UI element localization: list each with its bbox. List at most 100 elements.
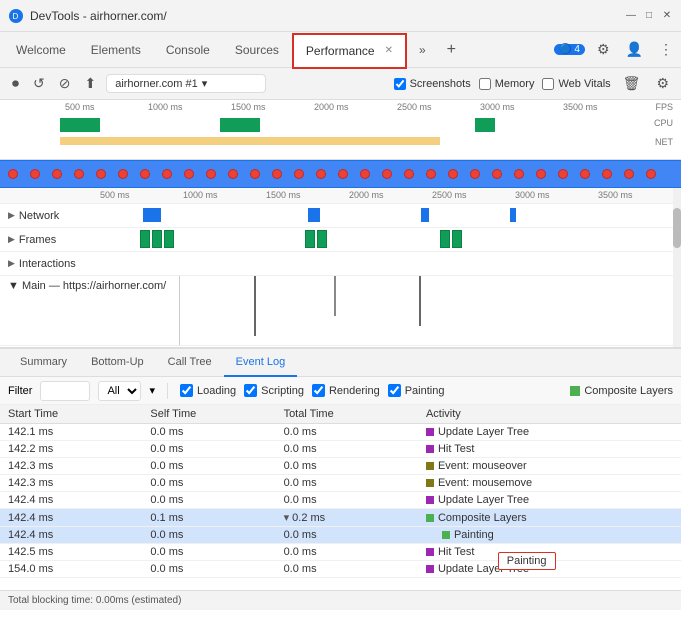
reload-record-button[interactable]: ↺ (29, 71, 49, 96)
perf-settings-button[interactable]: ⚙ (652, 71, 673, 96)
screenshot-dot-5 (96, 169, 106, 179)
rendering-checkbox-group[interactable]: Rendering (312, 384, 380, 397)
screenshots-checkbox-group[interactable]: Screenshots (394, 78, 471, 90)
table-row[interactable]: 142.1 ms0.0 ms0.0 msUpdate Layer Tree (0, 424, 681, 441)
screenshot-dot-10 (206, 169, 216, 179)
web-vitals-label: Web Vitals (558, 78, 610, 90)
table-row[interactable]: 142.4 ms0.1 ms▾ 0.2 msComposite Layers (0, 509, 681, 527)
event-log-table: Start Time Self Time Total Time Activity… (0, 405, 681, 578)
tab-performance[interactable]: Performance ✕ (292, 33, 407, 69)
activity-icon (426, 445, 434, 453)
tab-performance-close[interactable]: ✕ (385, 45, 393, 56)
expand-arrow[interactable]: ▾ (284, 512, 293, 524)
frame-bar-3 (164, 230, 174, 248)
filter-separator (167, 383, 168, 399)
minimize-button[interactable]: — (625, 10, 637, 22)
cell-self-time: 0.0 ms (142, 424, 275, 441)
track-tick-500: 500 ms (100, 190, 130, 200)
activity-icon (426, 514, 434, 522)
url-dropdown-icon[interactable]: ▾ (202, 77, 208, 90)
main-track-bars (174, 276, 681, 345)
close-button[interactable]: ✕ (661, 10, 673, 22)
filter-bar: Filter All ▾ Loading Scripting Rendering… (0, 377, 681, 405)
table-row[interactable]: 142.4 ms0.0 ms0.0 msUpdate Layer Tree (0, 492, 681, 509)
cell-start-time: 142.1 ms (0, 424, 142, 441)
cell-self-time: 0.0 ms (142, 527, 275, 544)
loading-checkbox[interactable] (180, 384, 193, 397)
interactions-expand-arrow[interactable]: ▶ (8, 258, 15, 269)
tab-elements[interactable]: Elements (79, 32, 154, 68)
activity-icon (426, 565, 434, 573)
filter-input[interactable] (40, 381, 90, 401)
table-row[interactable]: 142.4 ms0.0 ms0.0 msPaintingPainting (0, 527, 681, 544)
tab-call-tree[interactable]: Call Tree (156, 349, 224, 377)
cpu-label: CPU (654, 118, 673, 128)
screenshot-dot-9 (184, 169, 194, 179)
scripting-checkbox[interactable] (244, 384, 257, 397)
screenshot-dot-6 (118, 169, 128, 179)
net-bar-1 (143, 208, 161, 222)
tab-event-log[interactable]: Event Log (224, 349, 298, 377)
tab-bottom-up[interactable]: Bottom-Up (79, 349, 156, 377)
web-vitals-checkbox[interactable] (542, 78, 554, 90)
table-row[interactable]: 154.0 ms0.0 ms0.0 msUpdate Layer Tree (0, 561, 681, 578)
scripting-checkbox-group[interactable]: Scripting (244, 384, 304, 397)
tick-3500: 3500 ms (563, 102, 598, 112)
tab-console[interactable]: Console (154, 32, 223, 68)
network-expand-arrow[interactable]: ▶ (8, 210, 15, 221)
loading-checkbox-group[interactable]: Loading (180, 384, 236, 397)
timeline-scrollbar-thumb[interactable] (673, 208, 681, 248)
frame-bar-6 (440, 230, 450, 248)
more-options-button[interactable]: ⋮ (655, 37, 677, 62)
frames-expand-arrow[interactable]: ▶ (8, 234, 15, 245)
frame-bar-4 (305, 230, 315, 248)
upload-button[interactable]: ⬆ (80, 71, 100, 96)
cell-start-time: 142.4 ms (0, 527, 142, 544)
trash-button[interactable]: 🗑 (619, 71, 645, 96)
cell-total-time: 0.0 ms (276, 527, 418, 544)
screenshot-dot-12 (250, 169, 260, 179)
tab-sources[interactable]: Sources (223, 32, 292, 68)
devtools-icon: D (8, 8, 24, 24)
table-row[interactable]: 142.2 ms0.0 ms0.0 msHit Test (0, 441, 681, 458)
maximize-button[interactable]: □ (643, 10, 655, 22)
scripting-label: Scripting (261, 385, 304, 397)
screenshot-dot-14 (294, 169, 304, 179)
activity-icon (426, 496, 434, 504)
cell-total-time: 0.0 ms (276, 441, 418, 458)
activity-icon (426, 548, 434, 556)
rendering-checkbox[interactable] (312, 384, 325, 397)
settings-button[interactable]: ⚙ (593, 37, 614, 62)
screenshot-dot-22 (470, 169, 480, 179)
web-vitals-checkbox-group[interactable]: Web Vitals (542, 78, 610, 90)
memory-checkbox[interactable] (479, 78, 491, 90)
table-row[interactable]: 142.3 ms0.0 ms0.0 msEvent: mousemove (0, 475, 681, 492)
cell-total-time: 0.0 ms (276, 424, 418, 441)
painting-checkbox-group[interactable]: Painting (388, 384, 445, 397)
tab-welcome[interactable]: Welcome (4, 32, 79, 68)
tab-welcome-label: Welcome (16, 43, 66, 57)
clear-button[interactable]: ⊘ (55, 71, 75, 96)
memory-checkbox-group[interactable]: Memory (479, 78, 535, 90)
filter-dropdown[interactable]: All (98, 381, 141, 401)
status-text: Total blocking time: 0.00ms (estimated) (8, 595, 181, 606)
timeline-tracks: 500 ms 1000 ms 1500 ms 2000 ms 2500 ms 3… (0, 188, 681, 348)
tab-summary[interactable]: Summary (8, 349, 79, 377)
add-tab-button[interactable]: + (439, 41, 464, 59)
event-log-table-container[interactable]: Start Time Self Time Total Time Activity… (0, 405, 681, 590)
table-row[interactable]: 142.5 ms0.0 ms0.0 msHit Test (0, 544, 681, 561)
url-display: airhorner.com #1 ▾ (106, 74, 266, 93)
record-button[interactable]: ⏺ (8, 71, 23, 96)
timeline-scrollbar-track (673, 188, 681, 347)
cell-start-time: 142.2 ms (0, 441, 142, 458)
tab-more[interactable]: » (407, 32, 439, 68)
tab-bar-right: 🔵 4 ⚙ 👤 ⋮ (554, 37, 677, 62)
table-row[interactable]: 142.3 ms0.0 ms0.0 msEvent: mouseover (0, 458, 681, 475)
rendering-label: Rendering (329, 385, 380, 397)
screenshot-dot-13 (272, 169, 282, 179)
profile-button[interactable]: 👤 (622, 37, 647, 62)
url-text: airhorner.com #1 (115, 78, 198, 90)
interactions-track-label: Interactions (19, 258, 76, 270)
screenshots-checkbox[interactable] (394, 78, 406, 90)
painting-checkbox[interactable] (388, 384, 401, 397)
